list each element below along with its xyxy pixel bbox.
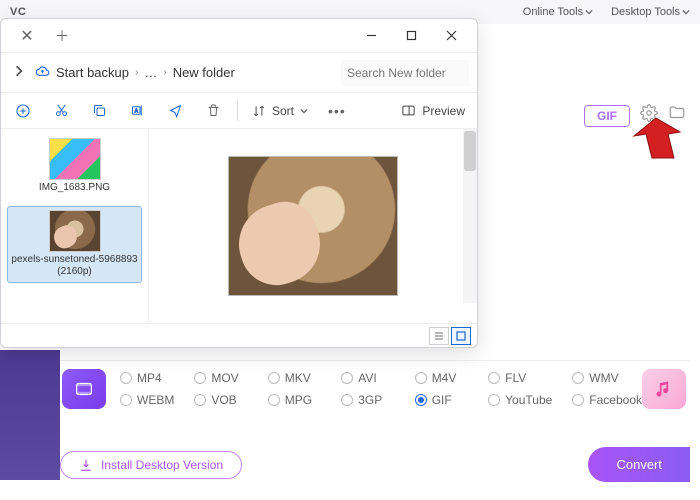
bg-top-menus: Online Tools Desktop Tools [523, 6, 690, 18]
cut-button[interactable] [45, 97, 77, 125]
status-bar [1, 323, 477, 347]
convert-button[interactable]: Convert [588, 447, 690, 482]
preview-image [228, 156, 398, 296]
preview-pane [149, 129, 477, 323]
crumb-new-folder[interactable]: New folder [173, 65, 235, 80]
delete-button[interactable] [197, 97, 229, 125]
new-tab-button[interactable]: ＋ [47, 26, 77, 46]
window-maximize-button[interactable] [391, 21, 431, 51]
more-options-button[interactable]: ••• [320, 99, 354, 123]
file-thumbnail [49, 138, 101, 180]
format-youtube[interactable]: YouTube [488, 393, 552, 407]
scrollbar-thumb[interactable] [464, 131, 476, 171]
format-webm[interactable]: WEBM [120, 393, 174, 407]
share-button[interactable] [159, 97, 191, 125]
format-3gp[interactable]: 3GP [341, 393, 394, 407]
preview-toggle[interactable]: Preview [395, 99, 471, 122]
chevron-right-icon: › [163, 67, 166, 78]
address-chevron-icon[interactable] [9, 60, 29, 86]
format-m4v[interactable]: M4V [415, 371, 468, 385]
format-gif[interactable]: GIF [415, 393, 468, 407]
rename-button[interactable]: A [121, 97, 153, 125]
thumbnails-view-button[interactable] [451, 327, 471, 345]
crumb-start-backup[interactable]: Start backup [56, 65, 129, 80]
scrollbar-track[interactable] [463, 129, 477, 303]
format-flv[interactable]: FLV [488, 371, 552, 385]
close-tab-icon[interactable]: ✕ [7, 26, 47, 46]
file-explorer-window: ✕ ＋ Start backup › … › New folder A [0, 18, 478, 348]
format-mpg[interactable]: MPG [268, 393, 321, 407]
file-name-label: IMG_1683.PNG [39, 182, 110, 195]
copy-button[interactable] [83, 97, 115, 125]
format-mkv[interactable]: MKV [268, 371, 321, 385]
formats-panel: MP4 MOV MKV AVI M4V FLV WMV WEBM VOB MPG… [60, 360, 690, 409]
details-view-button[interactable] [429, 327, 449, 345]
bg-logo: VC [10, 6, 26, 18]
file-name-label: pexels-sunsetoned-5968893 (2160p) [11, 254, 138, 279]
audio-badge-icon [642, 369, 686, 409]
format-vob[interactable]: VOB [194, 393, 247, 407]
window-minimize-button[interactable] [351, 21, 391, 51]
video-badge-icon [62, 369, 106, 409]
red-arrow-callout [624, 114, 684, 166]
format-mov[interactable]: MOV [194, 371, 247, 385]
search-input[interactable] [341, 60, 469, 86]
list-item[interactable]: IMG_1683.PNG [7, 135, 142, 198]
list-item[interactable]: pexels-sunsetoned-5968893 (2160p) [7, 206, 142, 283]
install-desktop-button[interactable]: Install Desktop Version [60, 451, 242, 479]
format-wmv[interactable]: WMV [572, 371, 642, 385]
svg-text:A: A [134, 108, 138, 114]
chevron-right-icon: › [135, 67, 138, 78]
format-avi[interactable]: AVI [341, 371, 394, 385]
menu-online-tools[interactable]: Online Tools [523, 6, 593, 18]
menu-desktop-tools[interactable]: Desktop Tools [611, 6, 690, 18]
breadcrumb[interactable]: Start backup › … › New folder [35, 64, 235, 82]
format-facebook[interactable]: Facebook [572, 393, 642, 407]
crumb-ellipsis[interactable]: … [144, 65, 157, 80]
format-mp4[interactable]: MP4 [120, 371, 174, 385]
new-item-button[interactable] [7, 97, 39, 125]
sort-dropdown[interactable]: Sort [246, 100, 314, 122]
cloud-backup-icon [35, 64, 50, 82]
file-thumbnail [49, 210, 101, 252]
file-list-pane: IMG_1683.PNG pexels-sunsetoned-5968893 (… [1, 129, 149, 323]
window-close-button[interactable] [431, 21, 471, 51]
side-thumbnail-strip [0, 350, 60, 480]
